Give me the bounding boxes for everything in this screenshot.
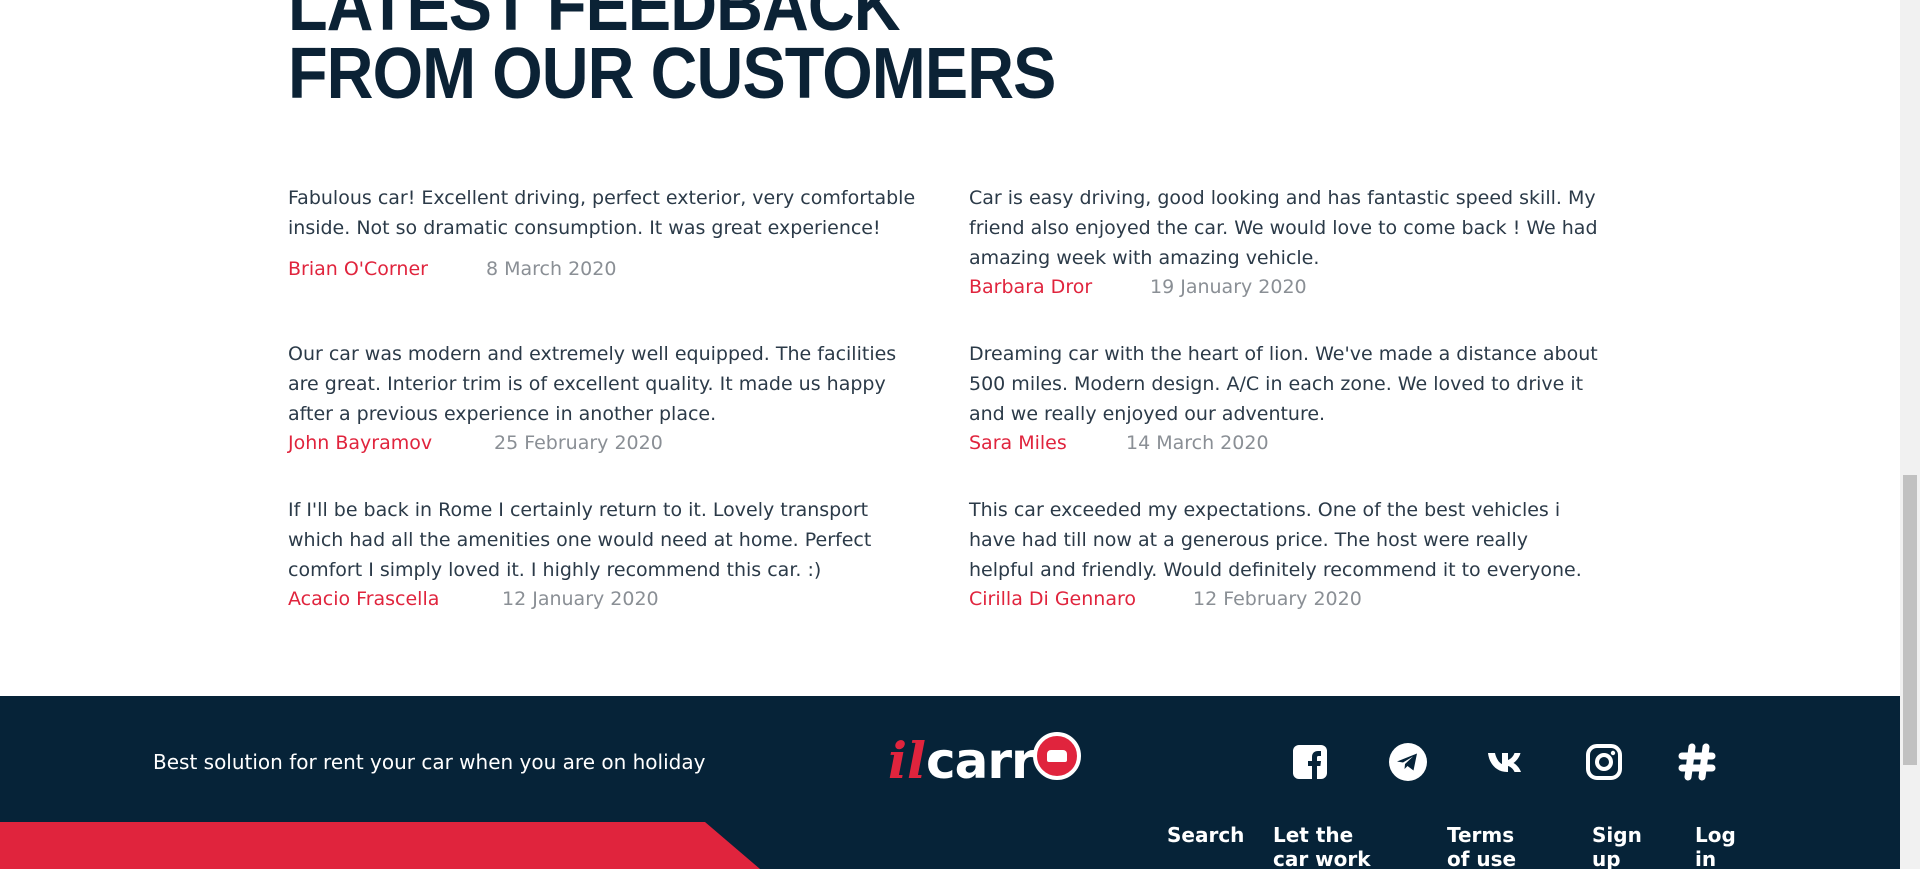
footer-slogan: Best solution for rent your car when you… — [153, 750, 706, 774]
review-meta: Cirilla Di Gennaro 12 February 2020 — [969, 585, 1599, 613]
review-meta: Sara Miles 14 March 2020 — [969, 429, 1599, 457]
vk-icon[interactable] — [1484, 740, 1528, 784]
footer-link-let-the-car-work[interactable]: Let the car work — [1273, 823, 1393, 869]
review-date: 25 February 2020 — [494, 432, 663, 454]
review-author: John Bayramov — [288, 432, 433, 454]
instagram-icon[interactable] — [1582, 740, 1626, 784]
decorative-red-band — [0, 822, 760, 869]
review-meta: Barbara Dror 19 January 2020 — [969, 273, 1599, 301]
review-author: Cirilla Di Gennaro — [969, 588, 1136, 610]
review-author: Sara Miles — [969, 432, 1067, 454]
review-meta: Brian O'Corner 8 March 2020 — [288, 255, 918, 283]
review-date: 12 January 2020 — [502, 588, 659, 610]
review-meta: John Bayramov 25 February 2020 — [288, 429, 918, 457]
review-date: 12 February 2020 — [1193, 588, 1362, 610]
review-meta: Acacio Frascella 12 January 2020 — [288, 585, 918, 613]
heading-line-2: from our customers — [288, 34, 1056, 114]
review-card: Our car was modern and extremely well eq… — [288, 339, 918, 457]
section-heading: Latest feedback from our customers — [288, 0, 1056, 114]
telegram-icon[interactable] — [1386, 740, 1430, 784]
review-card: Dreaming car with the heart of lion. We'… — [969, 339, 1599, 457]
footer-link-sign-up[interactable]: Sign up — [1592, 823, 1642, 869]
scrollbar-thumb[interactable] — [1903, 475, 1917, 765]
logo-car-icon — [1032, 732, 1081, 780]
facebook-icon[interactable] — [1288, 740, 1332, 784]
review-card: If I'll be back in Rome I certainly retu… — [288, 495, 918, 613]
logo-il: il — [888, 731, 926, 790]
review-card: This car exceeded my expectations. One o… — [969, 495, 1599, 613]
review-text: Fabulous car! Excellent driving, perfect… — [288, 187, 916, 239]
footer-link-search[interactable]: Search — [1167, 823, 1244, 847]
review-author: Brian O'Corner — [288, 258, 428, 280]
review-date: 19 January 2020 — [1150, 276, 1307, 298]
logo-carr: carr — [926, 732, 1036, 790]
slack-icon[interactable] — [1675, 740, 1719, 784]
review-card: Car is easy driving, good looking and ha… — [969, 183, 1599, 301]
review-date: 8 March 2020 — [486, 258, 617, 280]
review-text: Our car was modern and extremely well eq… — [288, 343, 897, 425]
footer-link-log-in[interactable]: Log in — [1695, 823, 1736, 869]
review-text: If I'll be back in Rome I certainly retu… — [288, 499, 872, 581]
review-card: Fabulous car! Excellent driving, perfect… — [288, 183, 918, 283]
footer-link-terms-of-use[interactable]: Terms of use — [1447, 823, 1542, 869]
review-text: This car exceeded my expectations. One o… — [969, 499, 1582, 581]
review-text: Dreaming car with the heart of lion. We'… — [969, 343, 1598, 425]
review-author: Acacio Frascella — [288, 588, 440, 610]
vertical-scrollbar[interactable] — [1900, 0, 1920, 869]
review-date: 14 March 2020 — [1126, 432, 1269, 454]
review-author: Barbara Dror — [969, 276, 1093, 298]
review-text: Car is easy driving, good looking and ha… — [969, 187, 1598, 269]
logo[interactable]: ilcarr — [888, 732, 1081, 786]
